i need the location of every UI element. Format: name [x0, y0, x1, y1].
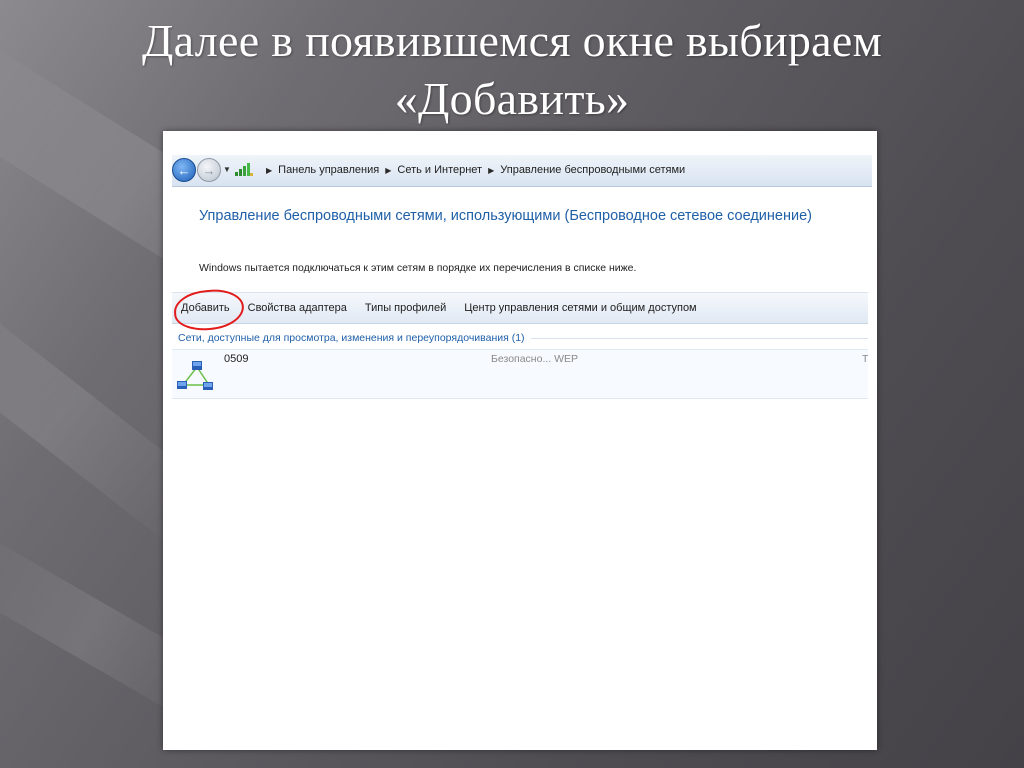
forward-button[interactable]: → — [197, 158, 221, 182]
group-header[interactable]: Сети, доступные для просмотра, изменения… — [178, 331, 868, 345]
slide-title-line1: Далее в появившемся окне выбираем — [141, 15, 883, 66]
network-name: 0509 — [224, 353, 249, 365]
network-security: Безопасно... WEP — [491, 353, 579, 365]
breadcrumb-item-control-panel[interactable]: Панель управления — [278, 164, 379, 176]
slide-title-line2: «Добавить» — [394, 73, 630, 124]
adapter-properties-button[interactable]: Свойства адаптера — [248, 302, 347, 314]
add-button[interactable]: Добавить — [172, 287, 246, 333]
arrow-right-icon: → — [202, 162, 216, 178]
group-header-label: Сети, доступные для просмотра, изменения… — [178, 332, 525, 344]
network-center-button[interactable]: Центр управления сетями и общим доступом — [464, 302, 696, 314]
command-toolbar: Добавить Свойства адаптера Типы профилей… — [172, 287, 868, 333]
back-button[interactable]: ← — [172, 158, 196, 182]
add-button-label: Добавить — [181, 302, 230, 314]
breadcrumb-separator-icon: ▶ — [266, 165, 273, 175]
network-center-label: Центр управления сетями и общим доступом — [464, 302, 697, 314]
page-description: Windows пытается подключаться к этим сет… — [199, 262, 637, 274]
slide-title: Далее в появившемся окне выбираем «Добав… — [0, 12, 1024, 128]
address-bar: ← → ▼ ▶ Панель управления ▶ Сеть и Интер… — [172, 155, 872, 187]
group-divider — [530, 337, 868, 339]
window-screenshot: ← → ▼ ▶ Панель управления ▶ Сеть и Интер… — [163, 131, 877, 750]
page-title: Управление беспроводными сетями, использ… — [199, 208, 812, 224]
breadcrumb-item-network-internet[interactable]: Сеть и Интернет — [397, 164, 482, 176]
adapter-properties-label: Свойства адаптера — [247, 302, 347, 314]
network-type-truncated: Т — [862, 353, 869, 365]
list-item[interactable]: 0509 Безопасно... WEP Т — [172, 349, 868, 399]
arrow-left-icon: ← — [177, 162, 191, 178]
wireless-network-icon — [177, 361, 213, 390]
breadcrumb-item-wireless-networks[interactable]: Управление беспроводными сетями — [500, 164, 685, 176]
breadcrumb-separator-icon[interactable]: ▶ — [488, 166, 494, 175]
breadcrumb: ▶ Панель управления ▶ Сеть и Интернет ▶ … — [260, 162, 685, 178]
profile-types-label: Типы профилей — [364, 302, 447, 314]
history-dropdown-icon[interactable]: ▼ — [223, 165, 231, 174]
profile-types-button[interactable]: Типы профилей — [365, 302, 446, 314]
breadcrumb-separator-icon[interactable]: ▶ — [385, 166, 391, 175]
network-signal-icon — [235, 163, 253, 176]
